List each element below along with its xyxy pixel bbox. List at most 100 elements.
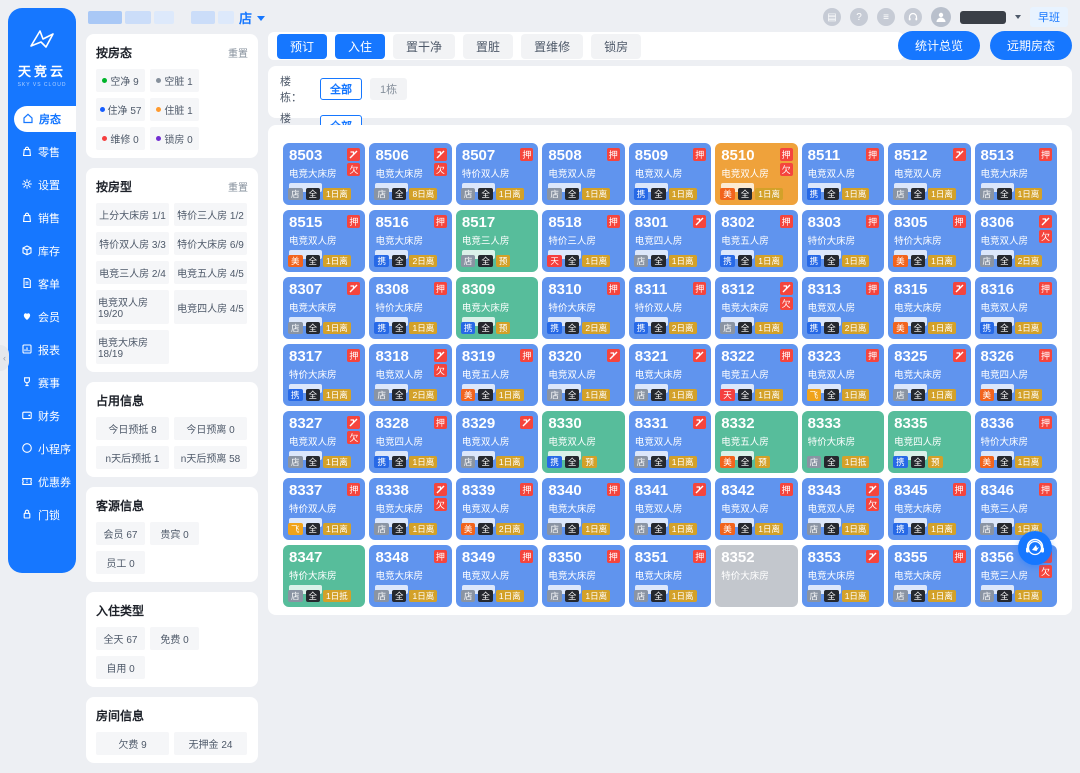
filter-chip[interactable]: 特价双人房 3/3: [96, 232, 169, 255]
room-card-8350[interactable]: 8350电竞大床房店全1日离押: [542, 545, 624, 607]
filter-chip[interactable]: 贵宾 0: [150, 522, 199, 545]
doc-icon[interactable]: ▤: [823, 8, 841, 26]
filter-chip[interactable]: 员工 0: [96, 551, 145, 574]
filter-chip[interactable]: 特价大床房 6/9: [174, 232, 247, 255]
room-card-8509[interactable]: 8509电竞双人房携全1日离押: [629, 143, 711, 205]
filter-chip[interactable]: n天后预离 58: [174, 446, 247, 469]
room-card-8312[interactable]: 8312电竞大床房店全1日离欠: [715, 277, 797, 339]
room-card-8343[interactable]: 8343电竞双人房店全1日离欠: [802, 478, 884, 540]
sidebar-item-库存[interactable]: 库存: [8, 238, 76, 264]
room-card-8303[interactable]: 8303特价大床房携全1日离押: [802, 210, 884, 272]
reset-link[interactable]: 重置: [228, 45, 248, 60]
shift-badge[interactable]: 早班: [1030, 7, 1068, 27]
building-option-1栋[interactable]: 1栋: [370, 78, 407, 100]
filter-chip[interactable]: 上分大床房 1/1: [96, 203, 169, 226]
sidebar-item-设置[interactable]: 设置: [8, 172, 76, 198]
room-card-8335[interactable]: 8335电竞四人房携全预: [888, 411, 970, 473]
filter-chip[interactable]: 电竞大床房 18/19: [96, 330, 169, 364]
room-card-8327[interactable]: 8327电竞双人房店全1日离欠: [283, 411, 365, 473]
filter-chip[interactable]: 住脏 1: [150, 98, 199, 121]
room-card-8329[interactable]: 8329电竞双人房店全1日离: [456, 411, 538, 473]
room-card-8330[interactable]: 8330电竞双人房携全预: [542, 411, 624, 473]
sidebar-item-客单[interactable]: 客单: [8, 271, 76, 297]
filter-chip[interactable]: 今日预抵 8: [96, 417, 169, 440]
sidebar-item-报表[interactable]: 报表: [8, 337, 76, 363]
room-card-8503[interactable]: 8503电竞大床房店全1日离欠: [283, 143, 365, 205]
room-card-8306[interactable]: 8306电竞双人房店全2日离欠: [975, 210, 1057, 272]
room-card-8313[interactable]: 8313电竞双人房携全2日离押: [802, 277, 884, 339]
room-card-8328[interactable]: 8328电竞四人房携全1日离押: [369, 411, 451, 473]
filter-chip[interactable]: n天后预抵 1: [96, 446, 169, 469]
room-card-8342[interactable]: 8342电竞双人房美全1日离押: [715, 478, 797, 540]
room-card-8310[interactable]: 8310特价大床房携全2日离押: [542, 277, 624, 339]
room-card-8326[interactable]: 8326电竞四人房美全1日离押: [975, 344, 1057, 406]
room-card-8346[interactable]: 8346电竞三人房店全1日离押: [975, 478, 1057, 540]
room-card-8512[interactable]: 8512电竞双人房店全1日离: [888, 143, 970, 205]
room-card-8315[interactable]: 8315电竞大床房美全1日离: [888, 277, 970, 339]
room-card-8331[interactable]: 8331电竞双人房店全1日离: [629, 411, 711, 473]
help-icon[interactable]: ?: [850, 8, 868, 26]
store-selector[interactable]: 店: [88, 8, 265, 26]
room-card-8347[interactable]: 8347特价大床房店全1日抵: [283, 545, 365, 607]
filter-chip[interactable]: 欠费 9: [96, 732, 169, 755]
room-card-8321[interactable]: 8321电竞大床房店全1日离: [629, 344, 711, 406]
room-card-8320[interactable]: 8320电竞双人房店全1日离: [542, 344, 624, 406]
room-card-8311[interactable]: 8311特价双人房携全2日离押: [629, 277, 711, 339]
customer-service-button[interactable]: [1018, 531, 1052, 565]
filter-chip[interactable]: 电竞三人房 2/4: [96, 261, 169, 284]
action-button-置维修[interactable]: 置维修: [521, 34, 583, 59]
nav-button-远期房态[interactable]: 远期房态: [990, 31, 1072, 60]
room-card-8325[interactable]: 8325电竞大床房店全1日离: [888, 344, 970, 406]
filter-chip[interactable]: 全天 67: [96, 627, 145, 650]
room-card-8339[interactable]: 8339电竞双人房美全2日离押: [456, 478, 538, 540]
action-button-锁房[interactable]: 锁房: [591, 34, 641, 59]
sidebar-item-门锁[interactable]: 门锁: [8, 502, 76, 528]
filter-chip[interactable]: 电竞四人房 4/5: [174, 290, 247, 324]
sidebar-item-零售[interactable]: 零售: [8, 139, 76, 165]
filter-chip[interactable]: 今日预离 0: [174, 417, 247, 440]
room-card-8316[interactable]: 8316电竞双人房携全1日离押: [975, 277, 1057, 339]
room-card-8309[interactable]: 8309电竞大床房携全预: [456, 277, 538, 339]
reset-link[interactable]: 重置: [228, 179, 248, 194]
filter-chip[interactable]: 维修 0: [96, 127, 145, 150]
room-card-8345[interactable]: 8345电竞大床房携全1日离押: [888, 478, 970, 540]
avatar[interactable]: [931, 7, 951, 27]
room-card-8355[interactable]: 8355电竞大床房店全1日离押: [888, 545, 970, 607]
room-card-8511[interactable]: 8511电竞双人房携全1日离押: [802, 143, 884, 205]
sidebar-item-财务[interactable]: 财务: [8, 403, 76, 429]
room-card-8301[interactable]: 8301电竞四人房店全1日离: [629, 210, 711, 272]
room-card-8510[interactable]: 8510电竞双人房美全1日离押欠: [715, 143, 797, 205]
room-card-8319[interactable]: 8319电竞五人房美全1日离押: [456, 344, 538, 406]
list-icon[interactable]: ≡: [877, 8, 895, 26]
room-card-8506[interactable]: 8506电竞大床房店全8日离欠: [369, 143, 451, 205]
room-card-8515[interactable]: 8515电竞双人房美全1日离押: [283, 210, 365, 272]
room-card-8517[interactable]: 8517电竞三人房店全预: [456, 210, 538, 272]
filter-chip[interactable]: 空脏 1: [150, 69, 199, 92]
filter-chip[interactable]: 住净 57: [96, 98, 145, 121]
room-card-8518[interactable]: 8518特价三人房天全1日离押: [542, 210, 624, 272]
filter-chip[interactable]: 锁房 0: [150, 127, 199, 150]
sidebar-item-房态[interactable]: 房态: [14, 106, 76, 132]
room-card-8349[interactable]: 8349电竞双人房店全1日离押: [456, 545, 538, 607]
room-card-8338[interactable]: 8338电竞大床房店全1日离欠: [369, 478, 451, 540]
room-card-8332[interactable]: 8332电竞五人房美全预: [715, 411, 797, 473]
headset-icon[interactable]: [904, 8, 922, 26]
filter-chip[interactable]: 无押金 24: [174, 732, 247, 755]
room-card-8333[interactable]: 8333特价大床房店全1日抵: [802, 411, 884, 473]
nav-button-统计总览[interactable]: 统计总览: [898, 31, 980, 60]
room-card-8308[interactable]: 8308特价大床房携全1日离押: [369, 277, 451, 339]
filter-chip[interactable]: 会员 67: [96, 522, 145, 545]
room-card-8336[interactable]: 8336特价大床房美全1日离押: [975, 411, 1057, 473]
room-card-8317[interactable]: 8317特价大床房携全1日离押: [283, 344, 365, 406]
room-card-8352[interactable]: 8352特价大床房: [715, 545, 797, 607]
room-card-8337[interactable]: 8337特价双人房飞全1日离押: [283, 478, 365, 540]
room-card-8348[interactable]: 8348电竞大床房店全1日离押: [369, 545, 451, 607]
filter-chip[interactable]: 电竞五人房 4/5: [174, 261, 247, 284]
room-card-8516[interactable]: 8516电竞大床房携全2日离押: [369, 210, 451, 272]
room-card-8302[interactable]: 8302电竞五人房携全1日离押: [715, 210, 797, 272]
filter-chip[interactable]: 免费 0: [150, 627, 199, 650]
action-button-置脏[interactable]: 置脏: [463, 34, 513, 59]
sidebar-item-优惠券[interactable]: 优惠券: [8, 469, 76, 495]
sidebar-item-会员[interactable]: 会员: [8, 304, 76, 330]
room-card-8323[interactable]: 8323电竞双人房飞全1日离押: [802, 344, 884, 406]
